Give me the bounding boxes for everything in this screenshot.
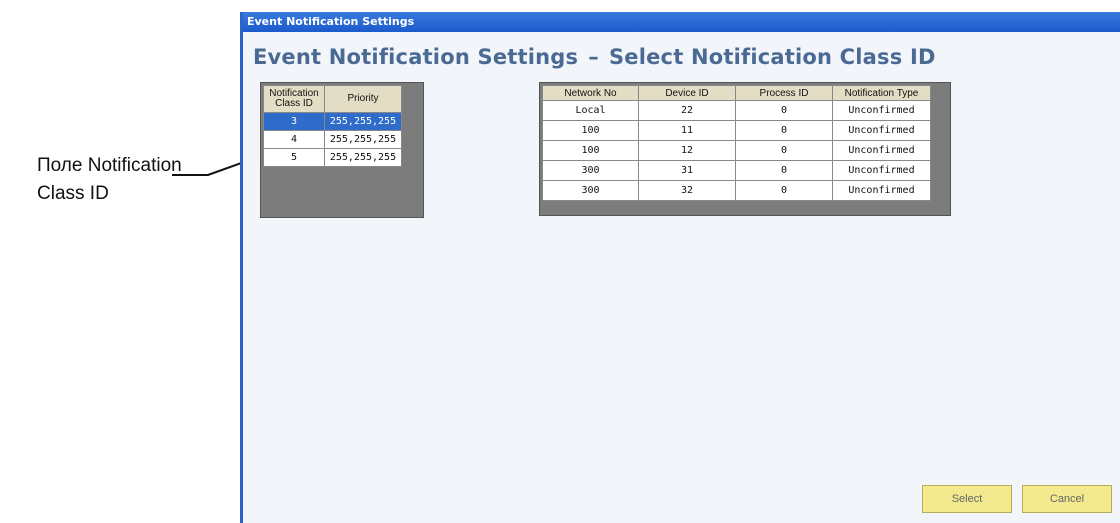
window-titlebar[interactable]: Event Notification Settings	[243, 12, 1120, 32]
class-id-panel: Notification Class ID Priority 3 255,255…	[260, 82, 424, 218]
recipient-row[interactable]: 300 32 0 Unconfirmed	[542, 180, 931, 201]
callout-line-2: Class ID	[37, 183, 109, 204]
network-no-cell: 300	[542, 160, 639, 181]
device-id-cell: 12	[638, 140, 736, 161]
select-button[interactable]: Select	[922, 485, 1012, 513]
notification-type-cell: Unconfirmed	[832, 120, 931, 141]
page-title: Event Notification Settings – Select Notif…	[253, 45, 936, 69]
class-id-row[interactable]: 4 255,255,255	[263, 130, 402, 149]
notification-type-cell: Unconfirmed	[832, 160, 931, 181]
priority-cell[interactable]: 255,255,255	[324, 112, 402, 131]
class-id-table: Notification Class ID Priority 3 255,255…	[263, 85, 402, 167]
process-id-cell: 0	[735, 180, 833, 201]
column-header-process-id: Process ID	[735, 85, 833, 101]
recipient-row[interactable]: 300 31 0 Unconfirmed	[542, 160, 931, 181]
priority-cell[interactable]: 255,255,255	[324, 148, 402, 167]
device-id-cell: 32	[638, 180, 736, 201]
recipient-row[interactable]: 100 11 0 Unconfirmed	[542, 120, 931, 141]
column-header-notification-type: Notification Type	[832, 85, 931, 101]
class-id-row[interactable]: 3 255,255,255	[263, 112, 402, 131]
recipient-row[interactable]: Local 22 0 Unconfirmed	[542, 100, 931, 121]
device-id-cell: 22	[638, 100, 736, 121]
column-header-priority: Priority	[324, 85, 402, 113]
network-no-cell: 100	[542, 120, 639, 141]
column-header-network-no: Network No	[542, 85, 639, 101]
recipient-row[interactable]: 100 12 0 Unconfirmed	[542, 140, 931, 161]
page-title-sub: Select Notification Class ID	[608, 45, 936, 69]
class-id-cell[interactable]: 5	[263, 148, 325, 167]
column-header-class-id: Notification Class ID	[263, 85, 325, 113]
process-id-cell: 0	[735, 120, 833, 141]
process-id-cell: 0	[735, 140, 833, 161]
recipient-panel: Network No Device ID Process ID Notifica…	[539, 82, 951, 216]
class-id-cell[interactable]: 3	[263, 112, 325, 131]
device-id-cell: 31	[638, 160, 736, 181]
network-no-cell: 100	[542, 140, 639, 161]
notification-type-cell: Unconfirmed	[832, 140, 931, 161]
notification-type-cell: Unconfirmed	[832, 100, 931, 121]
class-id-header-row: Notification Class ID Priority	[263, 85, 402, 113]
page-title-main: Event Notification Settings	[253, 45, 579, 69]
callout-line-1: Поле Notification	[37, 155, 182, 176]
class-id-cell[interactable]: 4	[263, 130, 325, 149]
column-header-device-id: Device ID	[638, 85, 736, 101]
network-no-cell: Local	[542, 100, 639, 121]
network-no-cell: 300	[542, 180, 639, 201]
process-id-cell: 0	[735, 100, 833, 121]
device-id-cell: 11	[638, 120, 736, 141]
cancel-button[interactable]: Cancel	[1022, 485, 1112, 513]
callout-label: Поле Notification Class ID	[37, 152, 217, 208]
process-id-cell: 0	[735, 160, 833, 181]
event-notification-window: Event Notification Settings Event Notifi…	[240, 12, 1120, 523]
recipient-table: Network No Device ID Process ID Notifica…	[542, 85, 931, 201]
recipient-header-row: Network No Device ID Process ID Notifica…	[542, 85, 931, 101]
priority-cell[interactable]: 255,255,255	[324, 130, 402, 149]
class-id-row[interactable]: 5 255,255,255	[263, 148, 402, 167]
page-title-dash: –	[588, 45, 599, 69]
notification-type-cell: Unconfirmed	[832, 180, 931, 201]
